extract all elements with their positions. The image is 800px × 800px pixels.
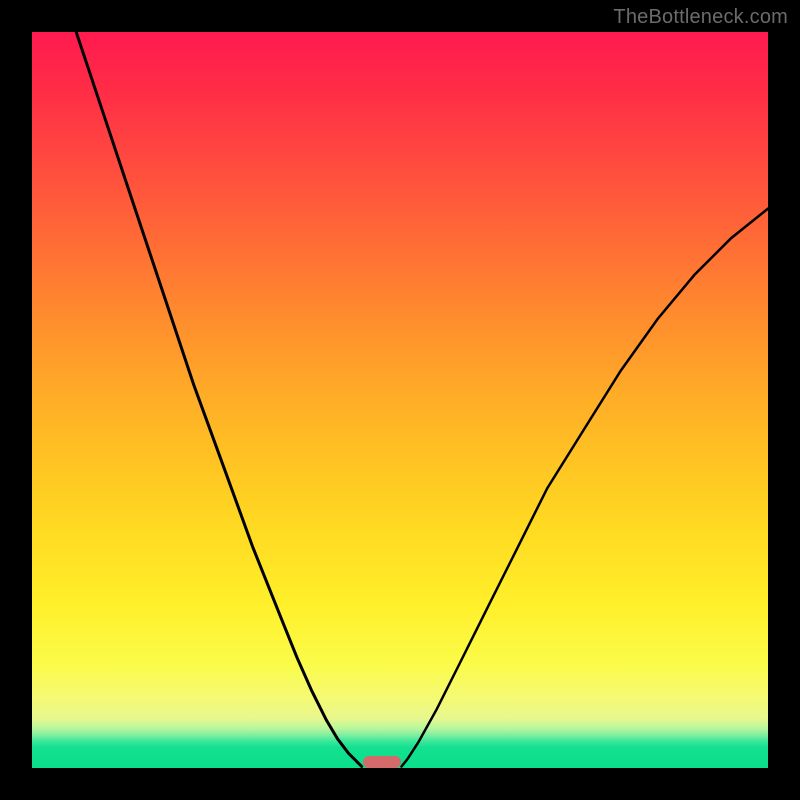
plot-background bbox=[32, 32, 768, 768]
min-indicator bbox=[363, 756, 401, 768]
watermark-text: TheBottleneck.com bbox=[613, 6, 788, 29]
chart-frame: TheBottleneck.com bbox=[0, 0, 800, 800]
